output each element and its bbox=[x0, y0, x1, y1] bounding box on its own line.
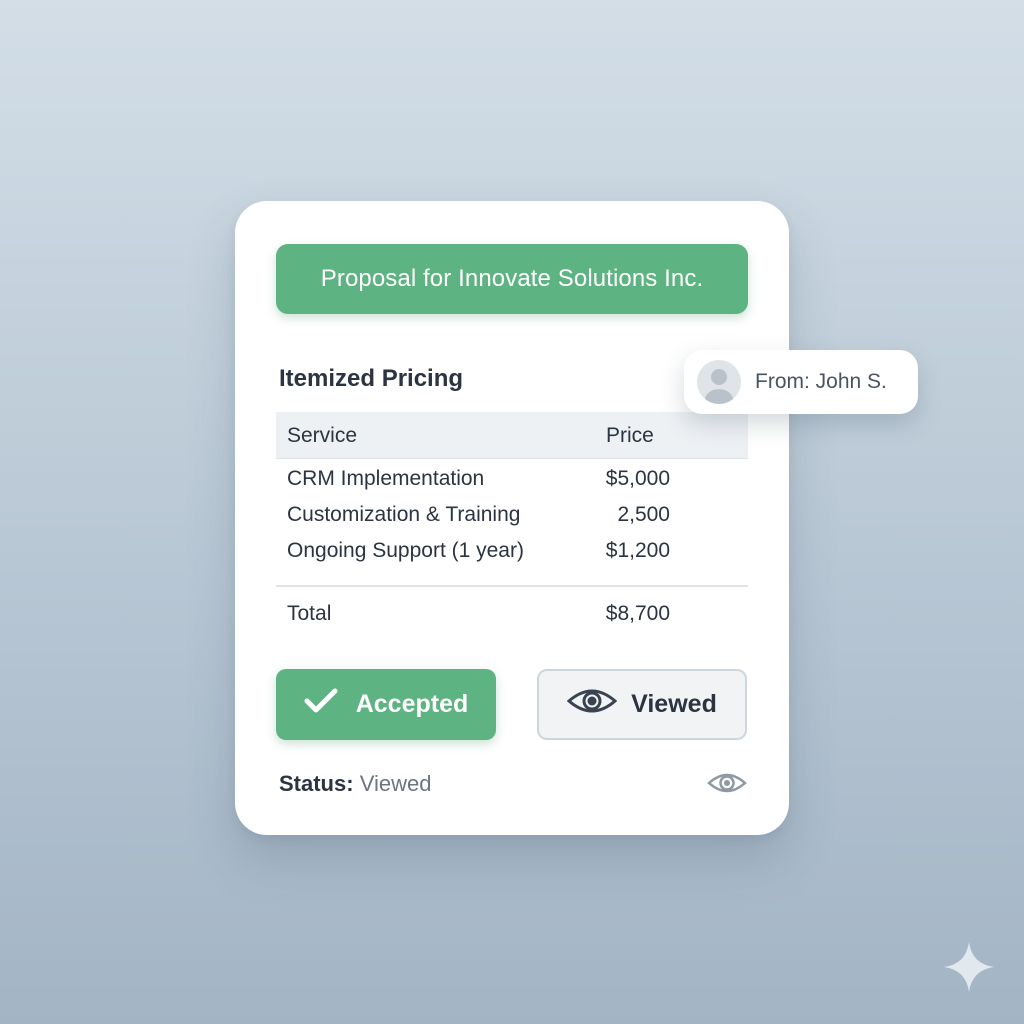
row-price: $1,200 bbox=[605, 539, 670, 562]
proposal-card: Proposal for Innovate Solutions Inc. Ite… bbox=[235, 201, 789, 835]
sender-text: From: John S. bbox=[755, 370, 887, 393]
sender-pill: From: John S. bbox=[684, 350, 918, 414]
status-line: Status: Viewed bbox=[279, 771, 431, 797]
eye-icon bbox=[566, 686, 618, 723]
eye-icon bbox=[707, 769, 747, 802]
row-price: $5,000 bbox=[605, 467, 670, 490]
row-service: Customization & Training bbox=[287, 503, 521, 526]
pricing-table: Service Price CRM Implementation $5,000 … bbox=[276, 412, 748, 637]
sparkle-icon bbox=[942, 940, 996, 999]
column-header-service: Service bbox=[287, 424, 358, 447]
proposal-title: Proposal for Innovate Solutions Inc. bbox=[320, 265, 704, 292]
table-row: Customization & Training 2,500 bbox=[276, 503, 748, 539]
row-price: 2,500 bbox=[617, 503, 670, 526]
column-header-price: Price bbox=[606, 424, 654, 447]
proposal-title-banner: Proposal for Innovate Solutions Inc. bbox=[276, 244, 748, 314]
viewed-button[interactable]: Viewed bbox=[537, 669, 747, 740]
user-avatar-icon bbox=[697, 360, 741, 404]
viewed-label: Viewed bbox=[631, 690, 717, 718]
checkmark-icon bbox=[304, 687, 338, 722]
total-row: Total $8,700 bbox=[276, 585, 748, 637]
table-row: Ongoing Support (1 year) $1,200 bbox=[276, 539, 748, 575]
table-body: CRM Implementation $5,000 Customization … bbox=[276, 459, 748, 575]
status-value: Viewed bbox=[359, 771, 432, 796]
status-label: Status: bbox=[279, 771, 354, 796]
row-service: CRM Implementation bbox=[287, 467, 485, 490]
total-label: Total bbox=[287, 602, 332, 625]
pricing-heading: Itemized Pricing bbox=[279, 365, 464, 392]
accepted-label: Accepted bbox=[355, 690, 469, 718]
table-header: Service Price bbox=[276, 412, 748, 459]
row-service: Ongoing Support (1 year) bbox=[287, 539, 524, 562]
total-value: $8,700 bbox=[605, 602, 670, 625]
table-row: CRM Implementation $5,000 bbox=[276, 467, 748, 503]
accepted-button[interactable]: Accepted bbox=[276, 669, 496, 740]
